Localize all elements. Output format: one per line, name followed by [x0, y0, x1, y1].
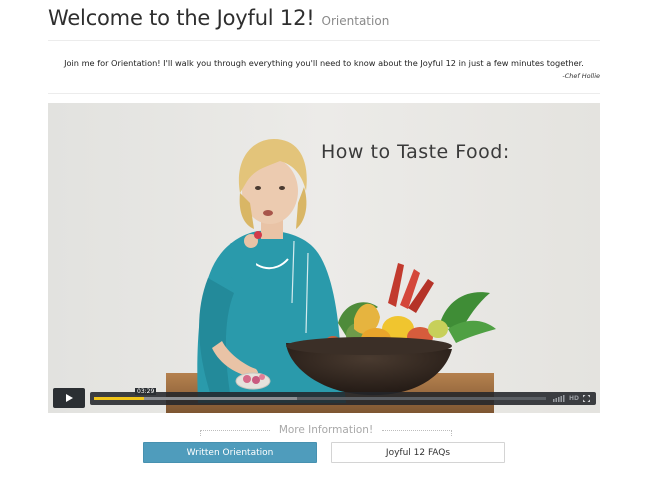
intro-signature: -Chef Hollie: [562, 72, 600, 80]
video-player[interactable]: How to Taste Food: HD 03:29: [48, 103, 600, 413]
play-button[interactable]: [53, 388, 85, 408]
play-icon: [66, 394, 73, 402]
header-divider: [48, 40, 600, 41]
joyful-12-faqs-button[interactable]: Joyful 12 FAQs: [331, 442, 505, 463]
video-control-bar: HD: [90, 392, 596, 405]
player-right-controls: HD: [552, 395, 590, 402]
more-information-heading: More Information!: [278, 424, 374, 436]
intro-text: Join me for Orientation! I'll walk you t…: [64, 58, 584, 68]
video-timecode: 03:29: [135, 388, 157, 395]
page-title: Welcome to the Joyful 12!: [48, 6, 315, 30]
fullscreen-icon[interactable]: [583, 395, 590, 402]
played-range: [94, 397, 144, 400]
video-controls: HD 03:29: [48, 103, 600, 413]
more-information-section: More Information!: [200, 424, 452, 438]
written-orientation-button[interactable]: Written Orientation: [143, 442, 317, 463]
progress-track[interactable]: [94, 397, 546, 400]
page: Welcome to the Joyful 12! Orientation Jo…: [0, 0, 650, 480]
page-header: Welcome to the Joyful 12! Orientation: [48, 6, 600, 36]
hd-quality-button[interactable]: HD: [569, 395, 579, 402]
intro-divider: [48, 93, 600, 94]
page-subtitle: Orientation: [321, 14, 390, 28]
volume-icon[interactable]: [552, 395, 565, 402]
